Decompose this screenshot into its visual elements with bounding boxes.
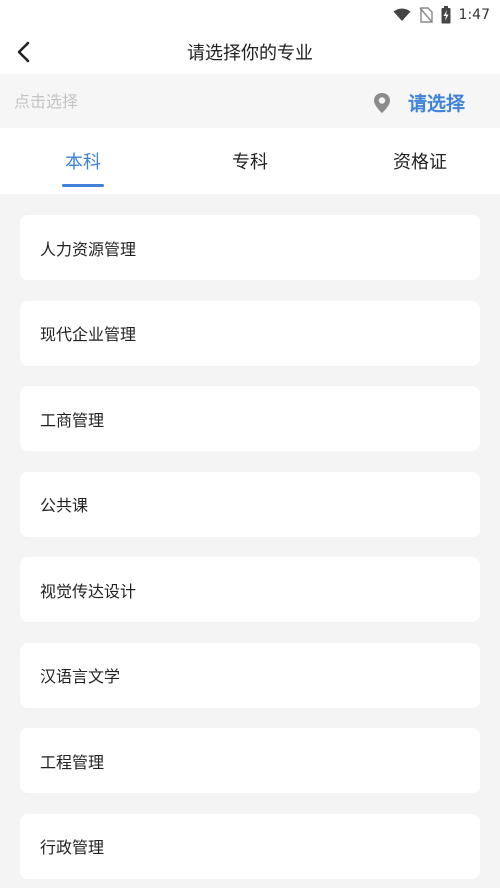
tab-junior-college[interactable]: 专科 (210, 128, 290, 194)
major-item-business-admin[interactable]: 工商管理 (20, 386, 480, 451)
header-bar: 请选择你的专业 (0, 30, 500, 74)
tab-certificate[interactable]: 资格证 (370, 128, 470, 194)
no-signal-icon (419, 7, 433, 23)
app-screen: 1:47 请选择你的专业 请选择 本科 专科 资格证 人力资源管理 现代企业管理… (0, 0, 500, 888)
major-item-engineering-management[interactable]: 工程管理 (20, 728, 480, 793)
search-bar: 请选择 (0, 74, 500, 128)
major-item-modern-enterprise[interactable]: 现代企业管理 (20, 300, 480, 366)
major-list: 人力资源管理 现代企业管理 工商管理 公共课 视觉传达设计 汉语言文学 工程管理… (20, 215, 480, 888)
wifi-icon (393, 8, 411, 22)
battery-charging-icon (441, 6, 451, 24)
page-title: 请选择你的专业 (187, 43, 313, 64)
chevron-left-icon (17, 41, 30, 63)
major-item-human-resources[interactable]: 人力资源管理 (20, 215, 480, 280)
major-item-public-course[interactable]: 公共课 (20, 471, 480, 537)
active-tab-indicator (62, 184, 104, 187)
major-item-chinese-literature[interactable]: 汉语言文学 (20, 642, 480, 708)
major-item-public-administration[interactable]: 行政管理 (20, 813, 480, 879)
major-item-visual-design[interactable]: 视觉传达设计 (20, 557, 480, 622)
back-button[interactable] (8, 36, 40, 68)
tab-bar: 本科 专科 资格证 (0, 128, 500, 194)
status-bar: 1:47 (0, 0, 500, 30)
status-time: 1:47 (458, 7, 490, 23)
major-search-input[interactable] (14, 86, 354, 116)
location-pin-icon (374, 93, 390, 113)
select-button[interactable]: 请选择 (408, 88, 465, 116)
